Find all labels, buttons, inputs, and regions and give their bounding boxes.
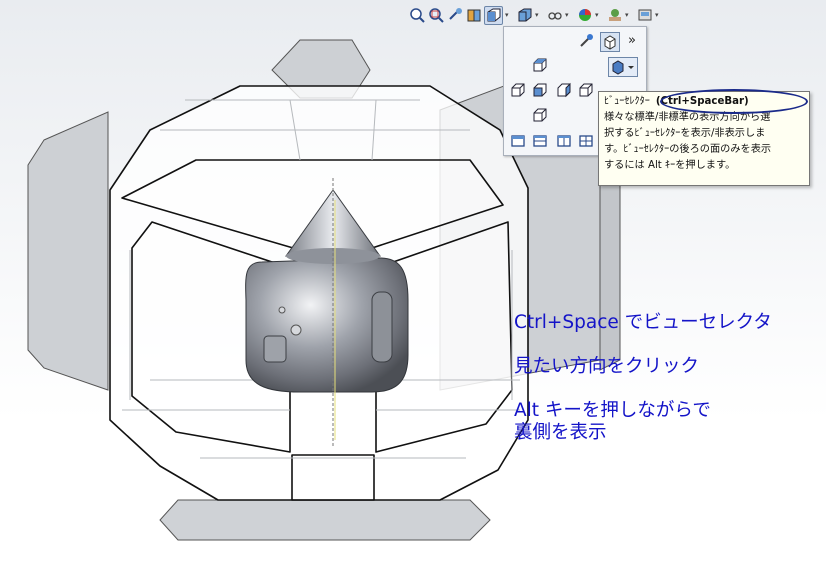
isometric-view-icon[interactable] [608,57,638,77]
left-knob [263,335,287,363]
shortcut-highlight-oval [660,89,808,114]
view-settings-icon[interactable] [636,7,653,24]
bottom-view-icon[interactable] [532,107,548,123]
four-view-icon[interactable] [578,133,594,149]
back-view-icon[interactable] [578,82,594,98]
face-bottom [291,454,375,501]
single-view-icon[interactable] [510,133,526,149]
more-options[interactable]: » [624,32,640,48]
chevron-down-icon[interactable]: ▾ [655,11,661,19]
edit-appearance-icon[interactable] [576,7,593,24]
view-orientation-icon[interactable] [484,5,503,25]
view-selector-cube-icon[interactable] [600,32,620,52]
right-view-icon[interactable] [556,82,572,98]
annotation-text: Ctrl+Space でビューセレクタ 見たい方向をクリック Alt キーを押し… [514,312,814,444]
hide-show-items-icon[interactable] [546,7,563,24]
chevron-down-icon[interactable]: ▾ [595,11,601,19]
zoom-to-area-icon[interactable] [427,7,444,24]
chevron-down-icon[interactable]: ▾ [535,11,541,19]
tooltip-line: す。ﾋﾞｭｰｾﾚｸﾀｰの後ろの面のみを表示 [604,144,772,155]
front-view-icon[interactable] [532,82,548,98]
small-boss [278,306,286,314]
zoom-to-fit-icon[interactable] [408,7,425,24]
view-selector-toggle-icon[interactable] [578,33,594,49]
tooltip-title: ﾋﾞｭｰｾﾚｸﾀｰ [604,96,650,107]
back-face-left [27,111,109,391]
annotation-line: 裏側を表示 [514,422,607,443]
graphics-area[interactable] [0,0,826,579]
section-view-icon[interactable] [465,7,482,24]
two-view-horizontal-icon[interactable] [532,133,548,149]
right-handle [371,291,393,363]
left-view-icon[interactable] [510,82,526,98]
annotation-line: Alt キーを押しながらで [514,400,711,421]
tooltip-line: 択するﾋﾞｭｰｾﾚｸﾀｰを表示/非表示しま [604,128,766,139]
apply-scene-icon[interactable] [606,7,623,24]
heads-up-view-toolbar: ▾ ▾ ▾ ▾ ▾ ▾ [408,3,664,27]
annotation-line: Ctrl+Space でビューセレクタ [514,312,772,333]
chevron-down-icon[interactable]: ▾ [565,11,571,19]
display-style-icon[interactable] [516,7,533,24]
top-view-icon[interactable] [532,57,548,73]
tooltip-line: するには Alt ｷｰを押します。 [604,160,736,171]
small-boss [290,324,302,336]
two-view-vertical-icon[interactable] [556,133,572,149]
back-face-bottom [159,499,491,541]
chevron-down-icon[interactable]: ▾ [505,11,511,19]
chevron-down-icon[interactable]: ▾ [625,11,631,19]
annotation-line: 見たい方向をクリック [514,356,700,377]
previous-view-icon[interactable] [446,7,463,24]
